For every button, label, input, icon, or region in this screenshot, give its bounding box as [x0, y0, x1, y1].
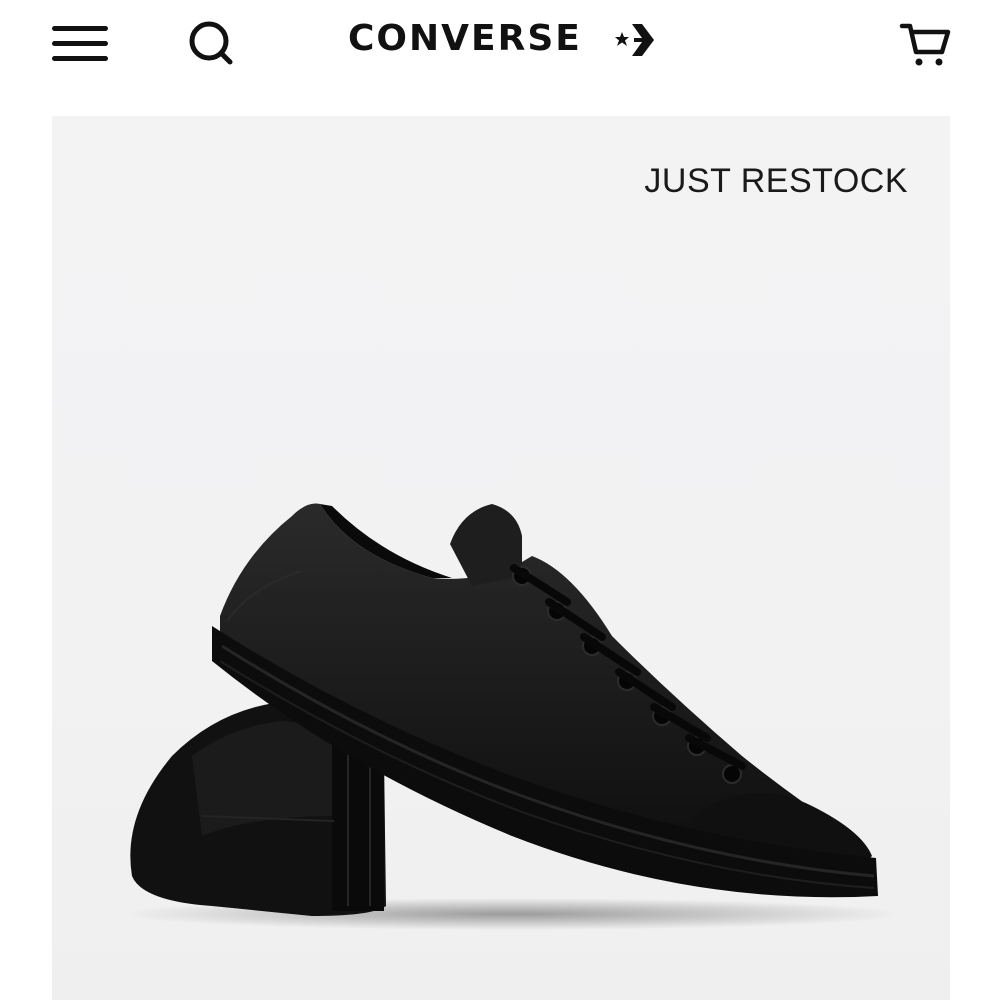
cart-button[interactable]	[898, 18, 954, 70]
star-chevron-logo-icon	[615, 24, 654, 56]
hero-label: JUST RESTOCK	[644, 162, 908, 200]
site-header: CONVERSE	[0, 0, 1000, 90]
menu-button[interactable]	[50, 22, 110, 64]
converse-logo[interactable]: CONVERSE	[340, 14, 660, 64]
shopping-cart-icon	[899, 23, 951, 66]
logo-text: CONVERSE	[348, 18, 582, 59]
search-button[interactable]	[184, 18, 238, 68]
search-icon	[189, 21, 233, 65]
hero-banner[interactable]: JUST RESTOCK	[52, 116, 950, 1000]
sneaker-product-image	[122, 503, 902, 930]
